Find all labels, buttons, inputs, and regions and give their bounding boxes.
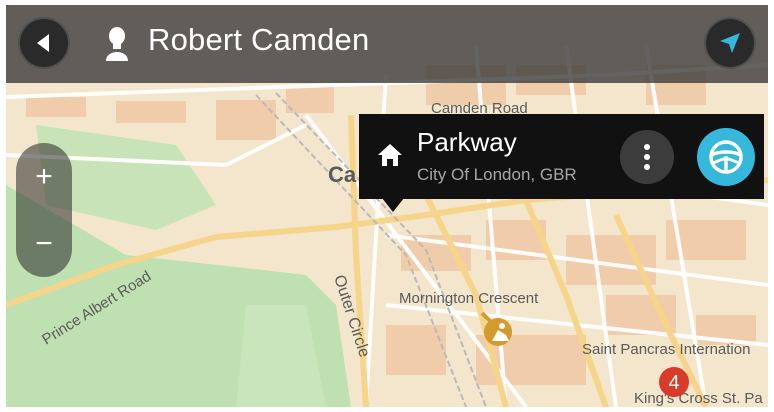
steering-wheel-icon xyxy=(709,140,743,174)
map-label-saint-pancras: Saint Pancras Internation xyxy=(582,341,750,358)
map-screen: Camden Road Ca Prince Albert Road Outer … xyxy=(6,5,768,407)
zoom-controls: + − xyxy=(16,143,72,277)
map-label-mornington-crescent: Mornington Crescent xyxy=(399,290,539,307)
map-label-camden-partial: Ca xyxy=(328,162,357,187)
location-popup[interactable]: Parkway City Of London, GBR xyxy=(359,114,764,199)
more-options-icon xyxy=(644,144,650,170)
contact-person-icon xyxy=(106,27,128,61)
poi-badge-number: 4 xyxy=(668,372,679,394)
place-name: Parkway xyxy=(417,127,517,157)
contact-name: Robert Camden xyxy=(148,22,370,57)
popup-pointer xyxy=(382,198,404,212)
zoom-in-label: + xyxy=(35,159,53,193)
zoom-out-button[interactable]: − xyxy=(16,210,72,277)
poi-badge[interactable]: 4 xyxy=(659,367,689,397)
back-arrow-icon xyxy=(37,34,49,52)
map-label-kings-cross: King's Cross St. Pa xyxy=(634,390,763,407)
more-options-button[interactable] xyxy=(620,130,674,184)
drive-button[interactable] xyxy=(697,128,755,186)
top-bar: Robert Camden xyxy=(6,5,768,83)
home-icon xyxy=(378,144,402,166)
navigation-arrow-icon xyxy=(720,33,740,53)
back-button[interactable] xyxy=(18,17,70,69)
place-address: City Of London, GBR xyxy=(417,165,577,184)
zoom-out-label: − xyxy=(35,226,53,260)
navigation-button[interactable] xyxy=(704,17,756,69)
zoom-in-button[interactable]: + xyxy=(16,143,72,210)
